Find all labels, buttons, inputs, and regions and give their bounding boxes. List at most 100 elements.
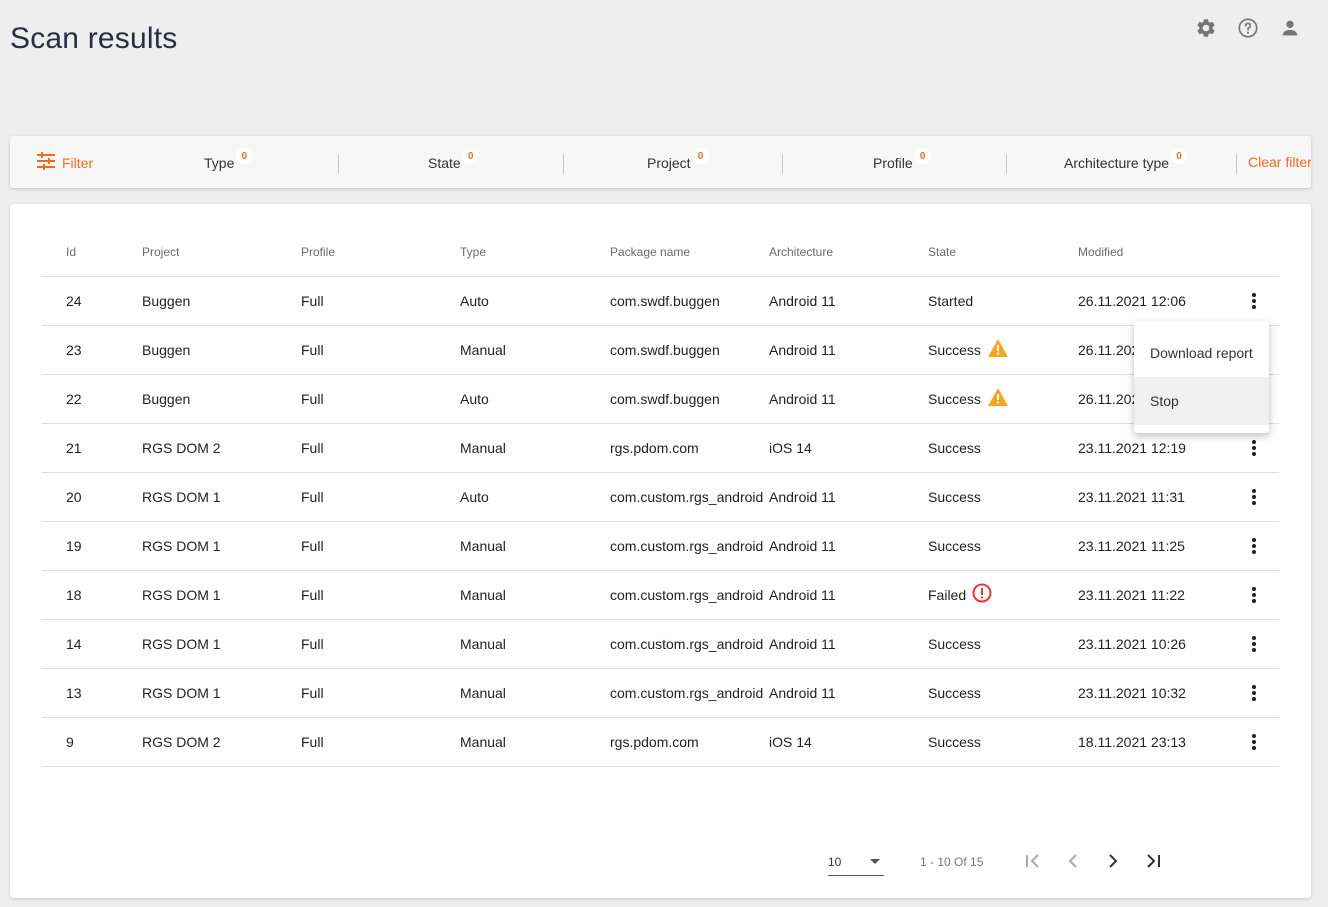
next-page-icon[interactable] <box>1103 851 1123 871</box>
error-icon <box>972 583 992 606</box>
table-row[interactable]: 20 RGS DOM 1 Full Auto com.custom.rgs_androi… <box>42 472 1279 522</box>
header-package-name[interactable]: Package name <box>610 228 769 277</box>
cell-architecture: Android 11 <box>769 276 928 326</box>
cell-package-name: com.custom.rgs_android <box>610 619 769 669</box>
rows-per-page-select[interactable]: 10 <box>828 848 884 876</box>
cell-architecture: Android 11 <box>769 472 928 522</box>
table-row[interactable]: 22 Buggen Full Auto com.swdf.buggen Android 1… <box>42 374 1279 424</box>
cell-state: Success <box>928 717 1078 767</box>
cell-id: 14 <box>42 619 142 669</box>
cell-project: Buggen <box>142 374 301 424</box>
top-toolbar <box>1194 16 1302 40</box>
cell-type: Auto <box>460 374 610 424</box>
more-vert-icon[interactable] <box>1242 632 1266 656</box>
more-vert-icon[interactable] <box>1242 730 1266 754</box>
cell-actions <box>1228 619 1279 669</box>
cell-state: Success <box>928 668 1078 718</box>
cell-architecture: Android 11 <box>769 570 928 620</box>
dropdown-arrow-icon <box>870 859 880 864</box>
cell-type: Auto <box>460 276 610 326</box>
gear-icon[interactable] <box>1194 16 1218 40</box>
table-row[interactable]: 19 RGS DOM 1 Full Manual com.custom.rgs_andr… <box>42 521 1279 571</box>
more-vert-icon[interactable] <box>1242 436 1266 460</box>
more-vert-icon[interactable] <box>1242 485 1266 509</box>
clear-filter-button[interactable]: Clear filter <box>1248 154 1311 170</box>
filter-state[interactable]: State 0 <box>428 148 479 171</box>
help-icon[interactable] <box>1236 16 1260 40</box>
menu-item-download-report[interactable]: Download report <box>1134 329 1269 377</box>
header-modified[interactable]: Modified <box>1078 228 1228 277</box>
cell-profile: Full <box>301 276 460 326</box>
cell-package-name: rgs.pdom.com <box>610 717 769 767</box>
state-label: Success <box>928 635 981 652</box>
filter-project[interactable]: Project 0 <box>647 148 709 171</box>
header-id[interactable]: Id <box>42 228 142 277</box>
cell-actions <box>1228 570 1279 620</box>
header-profile[interactable]: Profile <box>301 228 460 277</box>
filter-project-label: Project <box>647 155 691 171</box>
table-row[interactable]: 24 Buggen Full Auto com.swdf.buggen Android 1… <box>42 276 1279 326</box>
header-state[interactable]: State <box>928 228 1078 277</box>
filter-button[interactable]: Filter <box>36 152 93 173</box>
table-row[interactable]: 18 RGS DOM 1 Full Manual com.custom.rgs_andr… <box>42 570 1279 620</box>
last-page-icon[interactable] <box>1143 851 1163 871</box>
results-table: Id Project Profile Type Package name Arc… <box>42 228 1279 767</box>
cell-profile: Full <box>301 668 460 718</box>
filter-architecture-type[interactable]: Architecture type 0 <box>1064 148 1188 171</box>
cell-project: Buggen <box>142 325 301 375</box>
filter-project-count: 0 <box>692 148 709 164</box>
cell-state: Success <box>928 374 1078 424</box>
more-vert-icon[interactable] <box>1242 681 1266 705</box>
table-header-row: Id Project Profile Type Package name Arc… <box>42 228 1279 277</box>
cell-profile: Full <box>301 374 460 424</box>
cell-profile: Full <box>301 717 460 767</box>
state-label: Success <box>928 341 981 358</box>
filter-type[interactable]: Type 0 <box>204 148 253 171</box>
more-vert-icon[interactable] <box>1242 289 1266 313</box>
table-row[interactable]: 14 RGS DOM 1 Full Manual com.custom.rgs_andr… <box>42 619 1279 669</box>
more-vert-icon[interactable] <box>1242 583 1266 607</box>
header-project[interactable]: Project <box>142 228 301 277</box>
filter-label: Filter <box>62 154 94 171</box>
cell-package-name: com.swdf.buggen <box>610 325 769 375</box>
filter-profile[interactable]: Profile 0 <box>873 148 931 171</box>
cell-type: Manual <box>460 423 610 473</box>
header-type[interactable]: Type <box>460 228 610 277</box>
divider <box>782 154 783 174</box>
menu-item-stop[interactable]: Stop <box>1134 377 1269 425</box>
cell-type: Manual <box>460 668 610 718</box>
cell-profile: Full <box>301 472 460 522</box>
filter-architecture-type-label: Architecture type <box>1064 155 1170 171</box>
divider <box>1236 154 1237 174</box>
first-page-icon[interactable] <box>1023 851 1043 871</box>
cell-architecture: Android 11 <box>769 619 928 669</box>
cell-package-name: com.custom.rgs_android <box>610 472 769 522</box>
cell-type: Manual <box>460 619 610 669</box>
page-title: Scan results <box>10 22 178 55</box>
cell-type: Manual <box>460 521 610 571</box>
cell-modified: 26.11.2021 12:06 <box>1078 276 1228 326</box>
cell-id: 18 <box>42 570 142 620</box>
table-row[interactable]: 13 RGS DOM 1 Full Manual com.custom.rgs_andr… <box>42 668 1279 718</box>
cell-project: RGS DOM 1 <box>142 521 301 571</box>
cell-modified: 23.11.2021 11:25 <box>1078 521 1228 571</box>
filter-type-count: 0 <box>236 148 253 164</box>
cell-modified: 23.11.2021 11:22 <box>1078 570 1228 620</box>
cell-id: 21 <box>42 423 142 473</box>
cell-package-name: com.custom.rgs_android <box>610 521 769 571</box>
account-icon[interactable] <box>1278 16 1302 40</box>
cell-type: Manual <box>460 325 610 375</box>
table-row[interactable]: 23 Buggen Full Manual com.swdf.buggen Android… <box>42 325 1279 375</box>
more-vert-icon[interactable] <box>1242 534 1266 558</box>
table-row[interactable]: 9 RGS DOM 2 Full Manual rgs.pdom.com iOS 14 Su… <box>42 717 1279 767</box>
header-architecture[interactable]: Architecture <box>769 228 928 277</box>
cell-type: Manual <box>460 717 610 767</box>
state-label: Success <box>928 439 981 456</box>
cell-package-name: com.custom.rgs_android <box>610 668 769 718</box>
state-label: Success <box>928 684 981 701</box>
cell-modified: 23.11.2021 11:31 <box>1078 472 1228 522</box>
prev-page-icon[interactable] <box>1063 851 1083 871</box>
cell-architecture: iOS 14 <box>769 717 928 767</box>
table-row[interactable]: 21 RGS DOM 2 Full Manual rgs.pdom.com iOS 14 S… <box>42 423 1279 473</box>
cell-project: RGS DOM 2 <box>142 717 301 767</box>
